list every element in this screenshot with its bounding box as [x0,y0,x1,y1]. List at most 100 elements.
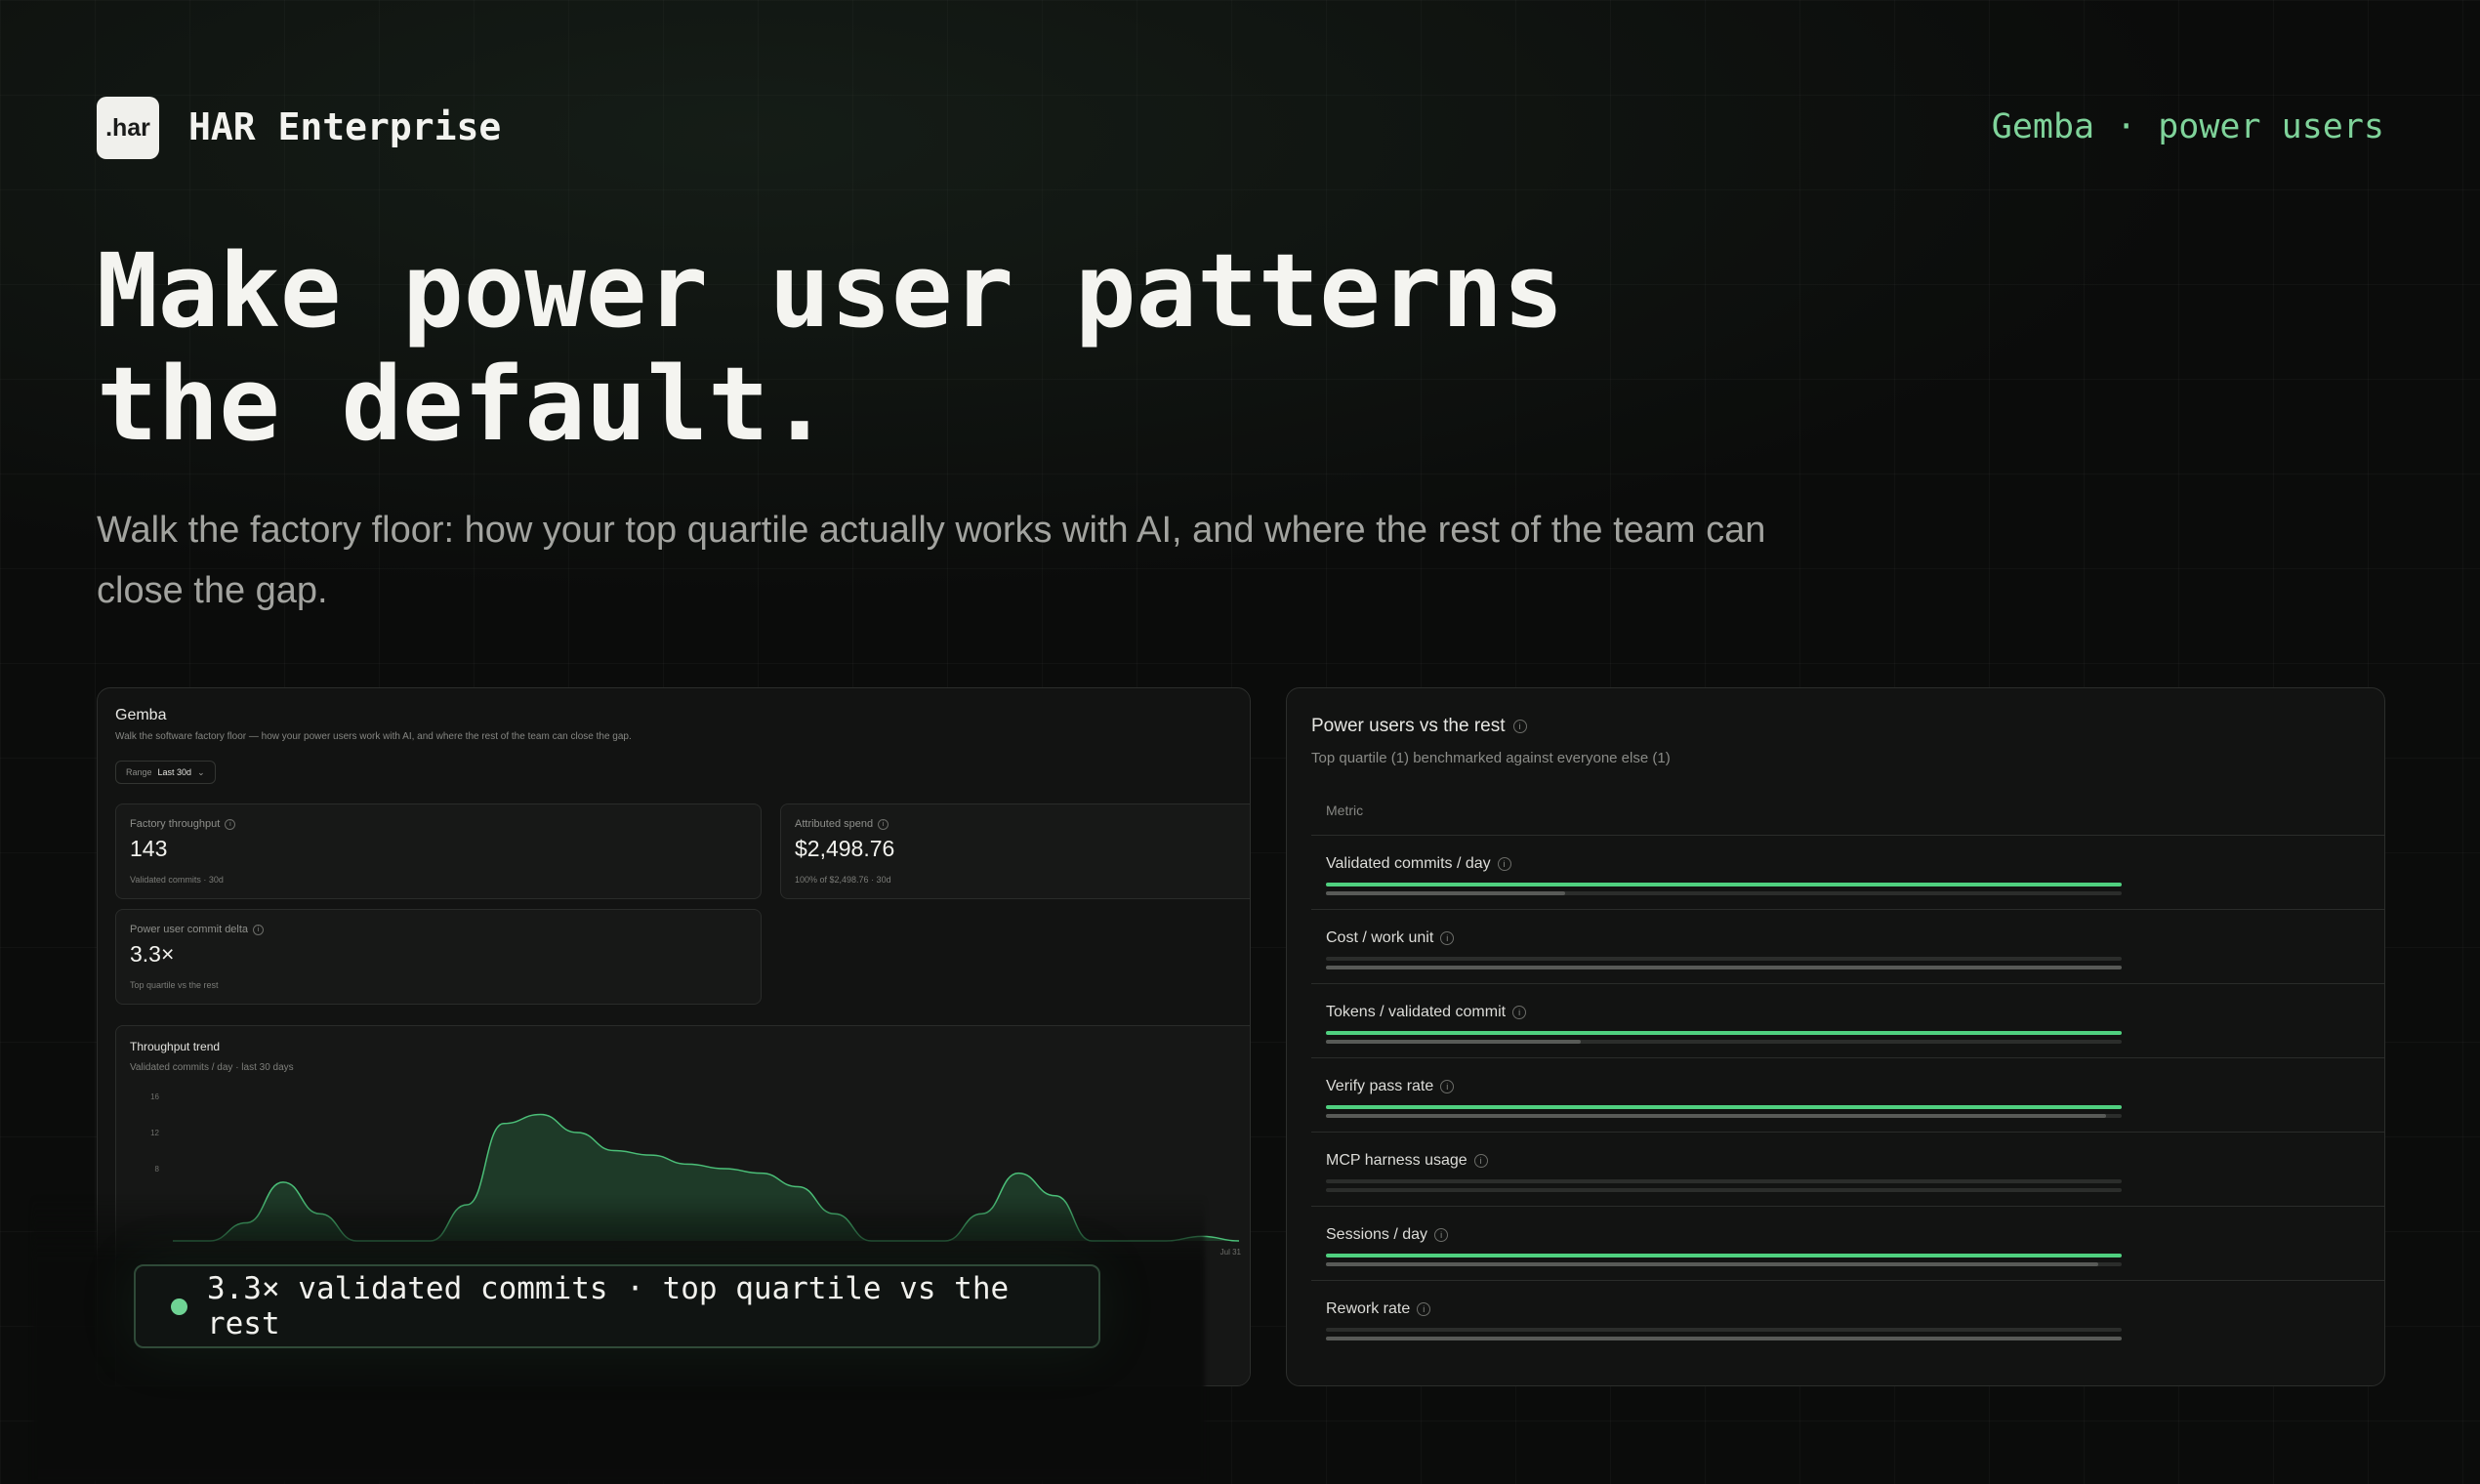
trend-point [465,1203,469,1207]
trend-point [502,1122,506,1126]
metric-label: Sessions / day i [1326,1226,1449,1244]
top-quartile-bar-track [1326,1105,2122,1109]
metric-label: MCP harness usage i [1326,1152,1488,1170]
trend-point [612,1149,616,1153]
card-label: Factory throughput i [130,818,236,830]
top-quartile-bar [1326,1105,2122,1109]
gemba-subtitle: Walk the software factory floor — how yo… [115,731,632,742]
top-quartile-bar-track [1326,1179,2122,1183]
metric-label-text: Rework rate [1326,1300,1411,1317]
trend-point [1054,1194,1057,1198]
card-label-text: Attributed spend [795,818,874,830]
card-label: Power user commit delta i [130,924,265,935]
top-quartile-bar-track [1326,883,2122,886]
rest-bar [1326,891,1565,895]
trend-point [906,1239,910,1243]
metric-row: Rework rate i [1311,1281,2384,1354]
trend-point [1164,1239,1168,1243]
top-quartile-bar-track [1326,1328,2122,1332]
headline-line-1: Make power user patterns [97,231,1564,350]
trend-point [392,1239,395,1243]
rest-bar-track [1326,1040,2122,1044]
metric-label: Tokens / validated commit i [1326,1004,1527,1021]
metric-label-text: Sessions / day [1326,1226,1428,1243]
rest-bar [1326,1040,1581,1044]
top-quartile-bar [1326,1031,2122,1035]
info-icon[interactable]: i [253,924,265,935]
column-header-metric: Metric [1311,786,2384,836]
top-quartile-bar [1326,883,2122,886]
metric-label-text: Validated commits / day [1326,855,1491,872]
card-foot: Top quartile vs the rest [130,980,219,990]
card-attributed-spend: Attributed spend i $2,498.76 100% of $2,4… [780,804,1250,899]
info-icon[interactable]: i [1417,1302,1431,1316]
info-icon[interactable]: i [1497,857,1511,871]
info-icon[interactable]: i [1512,720,1527,733]
logo-text: .har [105,113,150,142]
trend-point [869,1239,873,1243]
metric-row: MCP harness usage i [1311,1133,2384,1207]
trend-point [539,1113,543,1117]
info-icon[interactable]: i [1434,1228,1449,1242]
headline-line-2: the default. [97,345,831,464]
trend-point [575,1131,579,1134]
nav-separator: · [2116,107,2137,146]
trend-point [1200,1234,1204,1238]
top-quartile-bar [1326,1254,2122,1257]
page-headline: Make power user patterns the default. [97,234,1757,461]
highlight-callout: 3.3× validated commits · top quartile vs… [134,1264,1100,1348]
y-tick-label: 8 [155,1165,160,1174]
nav-gemba[interactable]: Gemba [1992,107,2094,146]
card-label-text: Factory throughput [130,818,221,830]
x-tick-label: Jul 31 [1220,1248,1242,1257]
trend-point [208,1239,212,1243]
info-icon[interactable]: i [1440,1080,1455,1093]
top-nav: Gemba · power users [1992,107,2384,146]
y-tick-label: 12 [150,1129,159,1137]
trend-point [685,1162,689,1166]
rest-bar-track [1326,1262,2122,1266]
card-value: 143 [130,836,168,861]
info-icon[interactable]: i [1440,931,1455,945]
trend-point [796,1185,800,1189]
power-users-panel: Power users vs the rest i Top quartile (… [1286,687,2385,1386]
card-value: 3.3× [130,941,175,967]
brand-name[interactable]: HAR Enterprise [188,105,501,148]
rest-bar-track [1326,1188,2122,1192]
card-power-user-commit-delta: Power user commit delta i 3.3× Top quarti… [115,909,762,1005]
card-foot: Validated commits · 30d [130,875,224,885]
card-label: Attributed spend i [795,818,889,830]
info-icon[interactable]: i [1473,1154,1488,1168]
info-icon[interactable]: i [225,818,236,830]
trend-point [171,1239,175,1243]
trend-point [833,1212,837,1216]
har-logo[interactable]: .har [97,97,159,159]
metric-row: Sessions / day i [1311,1207,2384,1281]
rest-bar [1326,1262,2098,1266]
metric-row: Tokens / validated commit i [1311,984,2384,1058]
range-select[interactable]: Range Last 30d ⌄ [115,761,216,784]
nav-power-users[interactable]: power users [2158,107,2384,146]
rest-bar-track [1326,966,2122,969]
trend-point [1090,1239,1094,1243]
metric-label-text: MCP harness usage [1326,1152,1467,1169]
info-icon[interactable]: i [878,818,889,830]
info-icon[interactable]: i [1512,1006,1527,1019]
trend-point [429,1239,433,1243]
page-subheadline: Walk the factory floor: how your top qua… [97,510,1766,611]
top-quartile-bar-track [1326,957,2122,961]
trend-point [354,1239,358,1243]
card-factory-throughput: Factory throughput i 143 Validated commit… [115,804,762,899]
chevron-down-icon: ⌄ [197,766,205,777]
metric-row: Validated commits / day i [1311,836,2384,910]
trend-point [244,1221,248,1225]
metric-label: Validated commits / day i [1326,855,1511,873]
trend-point [649,1153,653,1157]
trend-point [723,1167,726,1171]
trend-point [1237,1239,1241,1243]
power-panel-subtitle: Top quartile (1) benchmarked against eve… [1311,750,1671,766]
metric-label: Rework rate i [1326,1300,1431,1318]
metric-row: Verify pass rate i [1311,1058,2384,1133]
rest-bar [1326,966,2122,969]
metric-row: Cost / work unit i [1311,910,2384,984]
